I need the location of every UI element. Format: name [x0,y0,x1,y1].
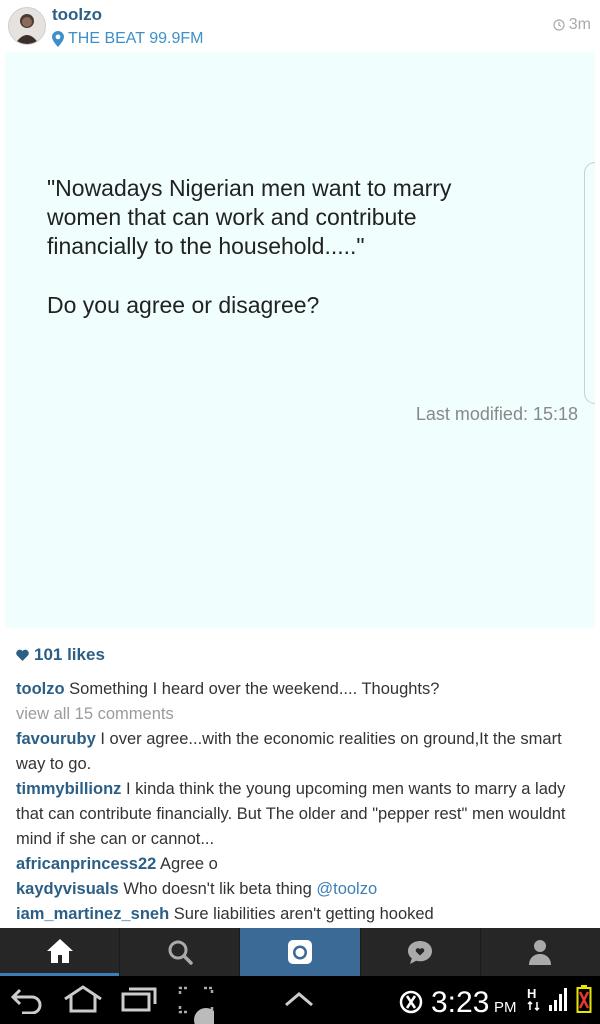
home-button-icon[interactable] [62,984,104,1014]
comment-username[interactable]: toolzo [16,680,65,698]
recent-apps-icon[interactable] [120,986,158,1012]
profile-icon [529,940,552,965]
network-h-icon: H [527,986,540,1012]
comment-username[interactable]: iam_martinez_sneh [16,905,169,923]
comment-mention[interactable]: @toolzo [316,880,377,898]
accessibility-icon [399,990,423,1014]
comment-username[interactable]: kaydyvisuals [16,880,119,898]
post-time: 3m [553,16,591,34]
heart-icon [16,649,29,661]
photo-question-text: Do you agree or disagree? [47,292,320,318]
post-photo[interactable]: "Nowadays Nigerian men want to marry wom… [5,52,595,628]
comments-section: toolzo Something I heard over the weeken… [16,677,588,927]
app-tab-bar [0,928,600,976]
status-ampm: PM [494,999,517,1016]
caption: toolzo Something I heard over the weeken… [16,677,588,702]
location-pin-icon [52,31,64,47]
search-icon [168,940,193,965]
clock-icon [553,19,565,31]
comment-username[interactable]: favouruby [16,730,96,748]
tab-camera[interactable] [239,928,360,976]
tab-home[interactable] [0,928,120,976]
tab-profile[interactable] [479,928,600,976]
comment-text: Sure liabilities aren't getting hooked [173,905,434,923]
comment-item: africanprincess22 Agree o [16,852,588,877]
home-icon [46,938,73,963]
view-all-comments-link[interactable]: view all 15 comments [16,702,588,727]
comment-text: Agree o [160,855,218,873]
comment-item: iam_martinez_sneh Sure liabilities aren'… [16,902,588,927]
photo-edge-decoration [584,162,595,404]
activity-icon [408,941,433,964]
chevron-up-icon[interactable] [283,990,315,1008]
post-header: toolzo THE BEAT 99.9FM 3m [0,0,600,52]
status-clock: 3:23 [431,986,490,1019]
comment-text: I over agree...with the economic realiti… [16,730,562,773]
comment-text: Who doesn't lik beta thing [123,880,312,898]
svg-text:H: H [527,986,536,1001]
comment-username[interactable]: timmybillionz [16,780,121,798]
photo-quote-text: "Nowadays Nigerian men want to marry wom… [47,175,452,259]
comment-item: kaydyvisuals Who doesn't lik beta thing … [16,877,588,902]
tab-search[interactable] [119,928,239,976]
screenshot-icon[interactable] [178,986,214,1024]
likes-count[interactable]: 101 likes [16,645,105,665]
time-ago-label: 3m [568,16,591,33]
location-label: THE BEAT 99.9FM [68,30,204,47]
post-username[interactable]: toolzo [52,5,102,25]
photo-last-modified: Last modified: 15:18 [415,404,578,424]
battery-icon [576,985,592,1013]
likes-label: 101 likes [34,645,105,664]
camera-icon [288,940,312,964]
comment-username[interactable]: africanprincess22 [16,855,156,873]
avatar[interactable] [8,7,46,45]
back-icon[interactable] [10,986,44,1014]
signal-strength-icon [549,988,567,1011]
comment-text: Something I heard over the weekend.... T… [69,680,440,698]
comment-item: timmybillionz I kinda think the young up… [16,777,588,852]
comment-item: favouruby I over agree...with the econom… [16,727,588,777]
post-location[interactable]: THE BEAT 99.9FM [52,30,203,48]
tab-activity[interactable] [359,928,480,976]
